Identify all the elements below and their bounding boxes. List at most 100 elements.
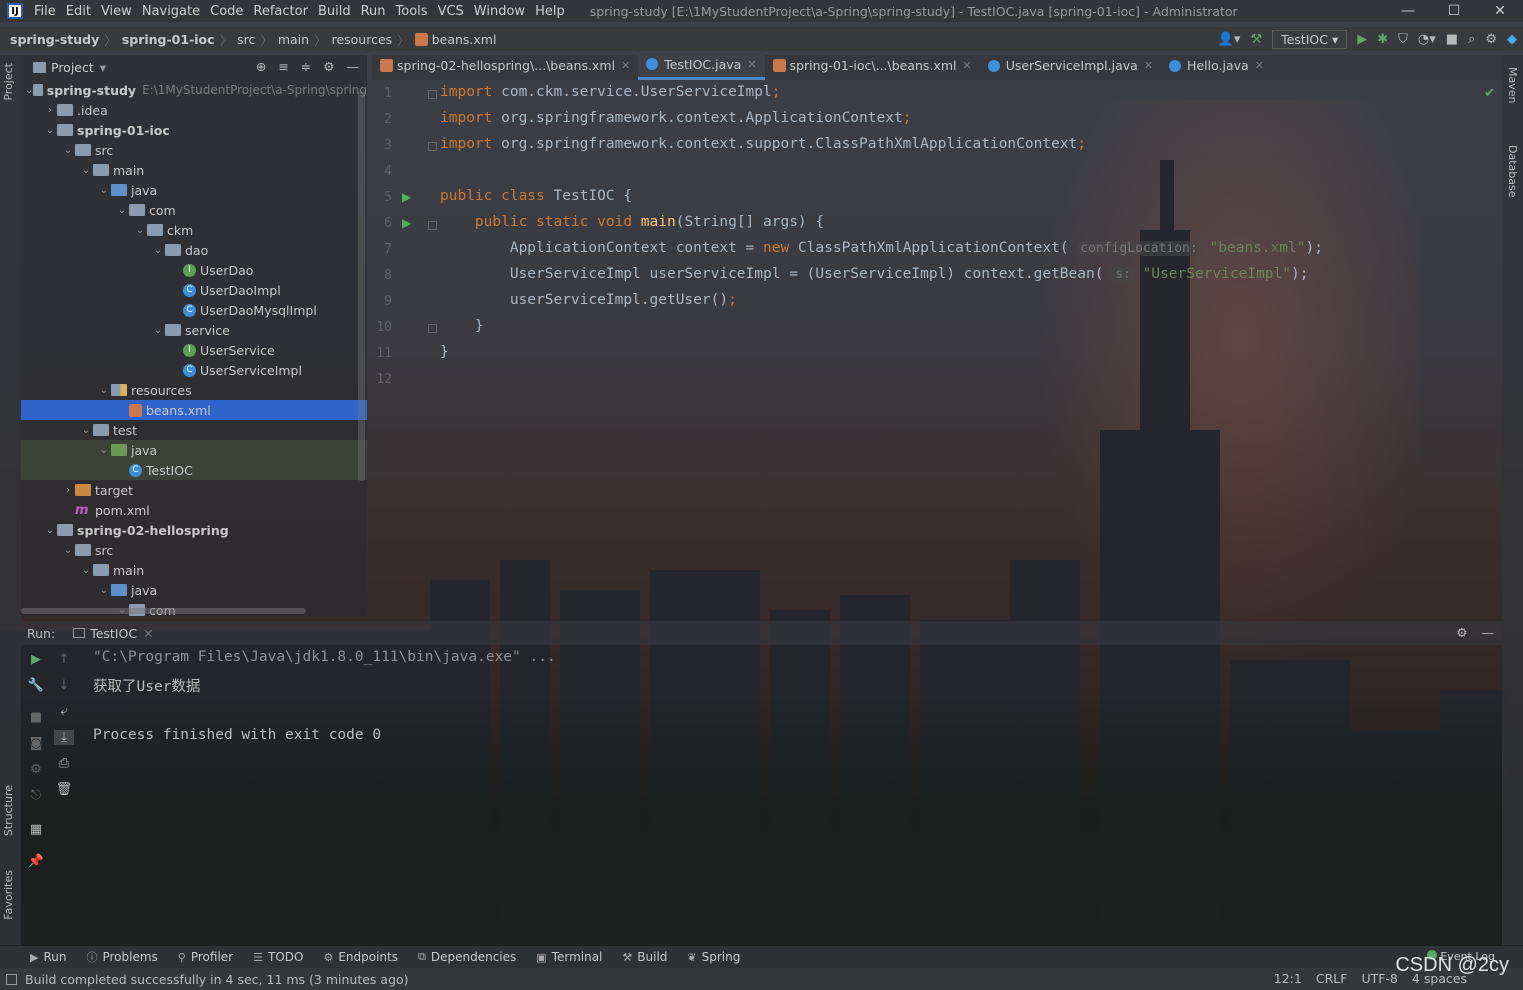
maven-tool-button[interactable]: Maven xyxy=(1506,67,1519,103)
chevron-down-icon[interactable]: ⌄ xyxy=(97,445,111,456)
fold-marker-icon[interactable] xyxy=(428,324,437,333)
close-tab-icon[interactable]: ✕ xyxy=(1255,59,1264,72)
tree-item[interactable]: ⌄ resources xyxy=(21,380,367,400)
tree-item[interactable]: I UserService xyxy=(21,340,367,360)
hide-panel-icon[interactable]: — xyxy=(347,59,360,74)
chevron-down-icon[interactable]: ⌄ xyxy=(151,245,165,256)
close-button[interactable]: ✕ xyxy=(1477,0,1523,22)
tree-item[interactable]: ⌄ spring-02-hellospring xyxy=(21,520,367,540)
tool-window-dependencies[interactable]: ⧉ Dependencies xyxy=(418,950,516,964)
locate-file-icon[interactable]: ⊕ xyxy=(256,59,266,74)
close-tab-icon[interactable]: ✕ xyxy=(143,626,153,641)
run-class-gutter-icon[interactable]: ▶ xyxy=(402,190,411,204)
tool-window-todo[interactable]: ☰ TODO xyxy=(253,950,303,964)
tree-item[interactable]: ⌄ src xyxy=(21,140,367,160)
pin-icon[interactable]: 📌 xyxy=(26,854,46,869)
print-icon[interactable]: ⎙ xyxy=(54,756,74,771)
tree-item[interactable]: C UserDaoImpl xyxy=(21,280,367,300)
panel-settings-icon[interactable]: ⚙ xyxy=(323,59,334,74)
close-tab-icon[interactable]: ✕ xyxy=(1144,59,1153,72)
rerun-icon[interactable]: ▶ xyxy=(26,652,46,667)
line-separator[interactable]: CRLF xyxy=(1316,971,1348,986)
menu-tools[interactable]: Tools xyxy=(391,4,433,19)
tree-item[interactable]: › target xyxy=(21,480,367,500)
menu-help[interactable]: Help xyxy=(530,4,570,19)
tree-item[interactable]: ⌄ spring-01-ioc xyxy=(21,120,367,140)
tool-window-problems[interactable]: ⓘ Problems xyxy=(86,949,157,965)
structure-tool-button[interactable]: Structure xyxy=(2,785,15,836)
edit-config-wrench-icon[interactable]: 🔧 xyxy=(26,678,46,693)
run-configuration-select[interactable]: TestIOC ▾ xyxy=(1272,29,1348,49)
settings-gear-icon[interactable]: ⚙ xyxy=(1485,32,1497,47)
breadcrumb-module[interactable]: spring-01-ioc xyxy=(122,32,215,47)
settings-gear-icon[interactable]: ⚙ xyxy=(26,762,46,777)
search-icon[interactable]: ⌕ xyxy=(1468,32,1475,47)
tree-item[interactable]: I UserDao xyxy=(21,260,367,280)
minimize-button[interactable]: — xyxy=(1385,0,1431,22)
editor-tab[interactable]: UserServiceImpl.java ✕ xyxy=(980,55,1161,80)
menu-vcs[interactable]: VCS xyxy=(433,4,469,19)
breadcrumb-src[interactable]: src xyxy=(237,32,255,47)
tree-item[interactable]: ⌄ ckm xyxy=(21,220,367,240)
chevron-down-icon[interactable]: ⌄ xyxy=(43,525,57,536)
scroll-up-arrow-icon[interactable]: ↑ xyxy=(54,652,74,667)
status-toggle-icon[interactable] xyxy=(6,973,17,985)
code-editor[interactable]: import com.ckm.service.UserServiceImpl; i… xyxy=(440,82,1500,617)
chevron-down-icon[interactable]: ⌄ xyxy=(97,385,111,396)
run-tab-testioc[interactable]: TestIOC ✕ xyxy=(73,626,154,641)
stop-icon[interactable]: ■ xyxy=(1446,32,1458,47)
tree-item[interactable]: beans.xml xyxy=(21,400,367,420)
chevron-down-icon[interactable]: ⌄ xyxy=(115,205,129,216)
menu-navigate[interactable]: Navigate xyxy=(137,4,205,19)
soft-wrap-icon[interactable]: ⤶ xyxy=(54,704,74,719)
database-tool-button[interactable]: Database xyxy=(1506,145,1519,198)
chevron-down-icon[interactable]: ⌄ xyxy=(61,545,75,556)
close-tab-icon[interactable]: ✕ xyxy=(747,58,756,71)
chevron-right-icon[interactable]: › xyxy=(61,485,75,496)
breadcrumb-resources[interactable]: resources xyxy=(332,32,393,47)
scroll-to-end-icon[interactable]: ⤓ xyxy=(54,730,74,745)
tool-window-spring[interactable]: ❦ Spring xyxy=(687,950,740,964)
run-settings-icon[interactable]: ⚙ xyxy=(1456,625,1467,640)
maximize-button[interactable]: ☐ xyxy=(1431,0,1477,22)
debug-icon[interactable]: ✱ xyxy=(1377,32,1388,47)
editor-tab[interactable]: TestIOC.java ✕ xyxy=(638,55,765,80)
project-vertical-scrollbar[interactable] xyxy=(358,91,365,481)
coverage-icon[interactable]: ⛉ xyxy=(1398,32,1408,47)
chevron-down-icon[interactable]: ⌄ xyxy=(79,565,93,576)
user-account-icon[interactable]: 👤▾ xyxy=(1218,32,1241,47)
profile-icon[interactable]: ◔▾ xyxy=(1418,32,1436,47)
tree-item[interactable]: m pom.xml xyxy=(21,500,367,520)
hide-run-panel-icon[interactable]: — xyxy=(1482,625,1495,640)
breadcrumb-project[interactable]: spring-study xyxy=(10,32,99,47)
breadcrumb-main[interactable]: main xyxy=(278,32,309,47)
tool-window-build[interactable]: ⚒ Build xyxy=(622,950,667,964)
stop-icon[interactable]: ■ xyxy=(26,710,46,725)
tree-item[interactable]: ⌄ src xyxy=(21,540,367,560)
chevron-down-icon[interactable]: ⌄ xyxy=(97,585,111,596)
editor-tab[interactable]: Hello.java ✕ xyxy=(1161,55,1272,80)
file-encoding[interactable]: UTF-8 xyxy=(1361,971,1397,986)
status-message[interactable]: Build completed successfully in 4 sec, 1… xyxy=(25,972,409,987)
project-panel-title[interactable]: Project xyxy=(51,60,94,75)
favorites-tool-button[interactable]: Favorites xyxy=(2,870,15,920)
tree-item[interactable]: ⌄ java xyxy=(21,180,367,200)
expand-all-icon[interactable]: ≡ xyxy=(278,59,288,74)
close-tab-icon[interactable]: ✕ xyxy=(962,59,971,72)
run-main-gutter-icon[interactable]: ▶ xyxy=(402,216,411,230)
chevron-down-icon[interactable]: ⌄ xyxy=(43,125,57,136)
fold-marker-icon[interactable] xyxy=(428,142,437,151)
caret-position[interactable]: 12:1 xyxy=(1274,971,1302,986)
fold-marker-icon[interactable] xyxy=(428,90,437,99)
tool-window-terminal[interactable]: ▣ Terminal xyxy=(536,950,602,964)
project-tool-button[interactable]: Project xyxy=(2,63,15,101)
chevron-down-icon[interactable]: ⌄ xyxy=(61,145,75,156)
tree-item[interactable]: ⌄ com xyxy=(21,200,367,220)
tree-item[interactable]: C UserServiceImpl xyxy=(21,360,367,380)
chevron-down-icon[interactable]: ⌄ xyxy=(25,85,33,96)
editor-tab[interactable]: spring-02-hellospring\...\beans.xml ✕ xyxy=(372,55,638,80)
tree-item[interactable]: ⌄ main xyxy=(21,560,367,580)
tree-item[interactable]: › .idea xyxy=(21,100,367,120)
chevron-down-icon[interactable]: ⌄ xyxy=(79,425,93,436)
breadcrumb-file[interactable]: beans.xml xyxy=(432,32,497,47)
